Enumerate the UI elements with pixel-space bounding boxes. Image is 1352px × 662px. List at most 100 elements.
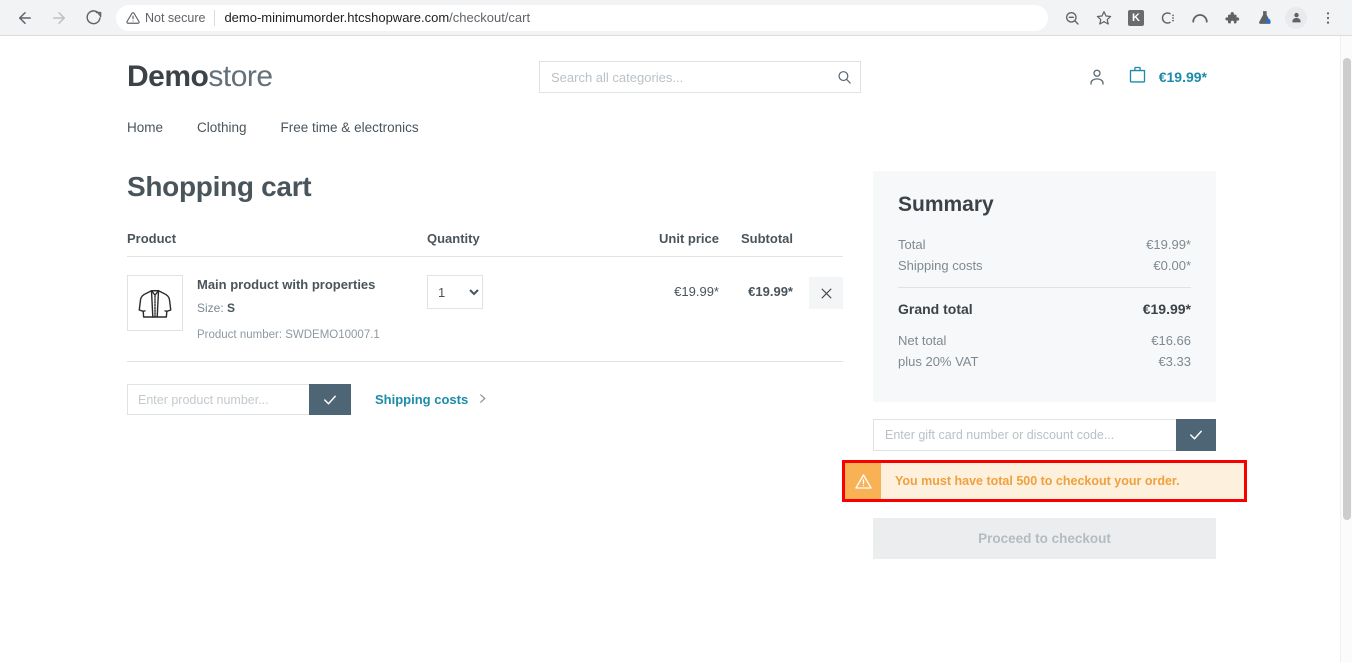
browser-action-icons: K [1056,5,1344,31]
promo-code-submit-button[interactable] [1176,419,1216,451]
account-icon[interactable] [1087,67,1107,87]
alert-message: You must have total 500 to checkout your… [895,474,1180,488]
summary-label-vat: plus 20% VAT [898,354,979,369]
shipping-costs-link[interactable]: Shipping costs [375,392,488,408]
browser-toolbar: Not secure demo-minimumorder.htcshopware… [0,0,1352,36]
summary-card: Summary Total €19.99* Shipping costs €0.… [873,171,1216,402]
back-button[interactable] [11,4,39,32]
column-header-unit-price: Unit price [659,231,719,246]
cart-table: Product Quantity Unit price Subtotal Mai… [127,231,843,362]
summary-title: Summary [898,193,994,216]
product-name-link[interactable]: Main product with properties [197,277,380,292]
cart-item-quantity: 1 [427,275,599,309]
add-product-input[interactable] [127,384,309,415]
product-info: Main product with properties Size: S Pro… [197,275,380,341]
page-container: Demostore Search all categories... €19.9… [125,36,1247,559]
cart-item-unit-price: €19.99* [674,284,719,299]
search-button[interactable] [828,62,860,92]
cart-bag-icon [1127,64,1148,90]
summary-row-vat: plus 20% VAT €3.33 [898,351,1191,372]
not-secure-icon[interactable] [126,11,140,25]
omnibox-divider [214,9,216,26]
warning-triangle-icon [845,463,881,499]
summary-value-vat: €3.33 [1158,354,1191,369]
cart-sidebar: Summary Total €19.99* Shipping costs €0.… [842,171,1247,559]
logo-bold: Demo [127,60,209,93]
cart-main: Shopping cart Product Quantity Unit pric… [127,171,843,415]
search-input[interactable] [539,61,861,93]
star-icon[interactable] [1091,5,1117,31]
main-navigation: Home Clothing Free time & electronics [127,104,1215,145]
logo-light: store [208,60,273,93]
extension-k-icon[interactable]: K [1123,5,1149,31]
reload-button[interactable] [79,4,107,32]
nav-item-free-time-electronics[interactable]: Free time & electronics [281,120,419,135]
product-property: Size: S [197,301,380,315]
chrome-menu-icon[interactable] [1315,5,1341,31]
chevron-right-icon [477,392,488,408]
summary-row-net-total: Net total €16.66 [898,330,1191,351]
cart-item-product: Main product with properties Size: S Pro… [127,275,427,341]
site-logo[interactable]: Demostore [127,62,539,92]
nav-item-clothing[interactable]: Clothing [197,120,247,135]
shipping-costs-label: Shipping costs [375,392,469,407]
cart-widget[interactable]: €19.99* [1127,64,1207,90]
column-header-product: Product [127,231,177,246]
product-number-label: Product number: [197,329,283,341]
column-header-subtotal: Subtotal [741,231,793,246]
cart-layout: Shopping cart Product Quantity Unit pric… [127,171,1247,559]
not-secure-label: Not secure [145,10,206,25]
promo-code-input[interactable] [873,419,1176,451]
url-path: /checkout/cart [449,10,531,25]
product-number: Product number: SWDEMO10007.1 [197,329,380,341]
summary-label-total: Total [898,237,926,252]
zoom-out-icon[interactable] [1059,5,1085,31]
avatar [1285,6,1307,29]
cart-item-subtotal: €19.99* [748,284,793,299]
cart-actions: Shipping costs [127,384,843,415]
cart-table-header: Product Quantity Unit price Subtotal [127,231,843,257]
header-actions: €19.99* [1087,64,1215,90]
alert-highlight-box: You must have total 500 to checkout your… [842,460,1247,502]
summary-row-grand-total: Grand total €19.99* [898,298,1191,330]
product-number-value: SWDEMO10007.1 [285,329,380,341]
extension-flask-icon[interactable] [1251,5,1277,31]
extensions-puzzle-icon[interactable] [1219,5,1245,31]
scrollbar-thumb[interactable] [1343,58,1351,520]
page-title: Shopping cart [127,171,312,202]
jacket-product-image[interactable] [127,275,183,331]
add-product-form [127,384,351,415]
nav-item-home[interactable]: Home [127,120,163,135]
site-header: Demostore Search all categories... €19.9… [127,36,1215,104]
summary-label-grand-total: Grand total [898,301,973,317]
summary-value-net-total: €16.66 [1151,333,1191,348]
page-viewport: Demostore Search all categories... €19.9… [0,36,1352,662]
profile-avatar-icon[interactable] [1283,5,1309,31]
page-scrollbar[interactable] [1340,36,1352,662]
cart-item-remove-cell [793,275,843,309]
summary-row-shipping: Shipping costs €0.00* [898,255,1191,276]
extension-k-label: K [1128,9,1144,26]
column-header-quantity: Quantity [427,231,480,246]
cart-amount: €19.99* [1158,69,1207,85]
summary-label-net-total: Net total [898,333,947,348]
url-host: demo-minimumorder.htcshopware.com [224,10,450,25]
quantity-select[interactable]: 1 [427,275,483,309]
summary-divider [898,287,1191,288]
extension-c-icon[interactable] [1155,5,1181,31]
address-bar[interactable]: Not secure demo-minimumorder.htcshopware… [116,4,1048,31]
summary-value-shipping: €0.00* [1153,258,1191,273]
column-header-remove [793,231,843,246]
summary-value-grand-total: €19.99* [1142,301,1191,317]
url-text: demo-minimumorder.htcshopware.com/checko… [224,10,530,25]
extension-arc-icon[interactable] [1187,5,1213,31]
proceed-to-checkout-button[interactable]: Proceed to checkout [873,518,1216,559]
remove-item-button[interactable] [809,277,843,309]
summary-value-total: €19.99* [1146,237,1191,252]
add-product-submit-button[interactable] [309,384,351,415]
forward-button[interactable] [45,4,73,32]
search-container [539,61,861,93]
promo-code-form [873,419,1216,451]
product-property-value: S [227,301,236,315]
table-row: Main product with properties Size: S Pro… [127,257,843,362]
